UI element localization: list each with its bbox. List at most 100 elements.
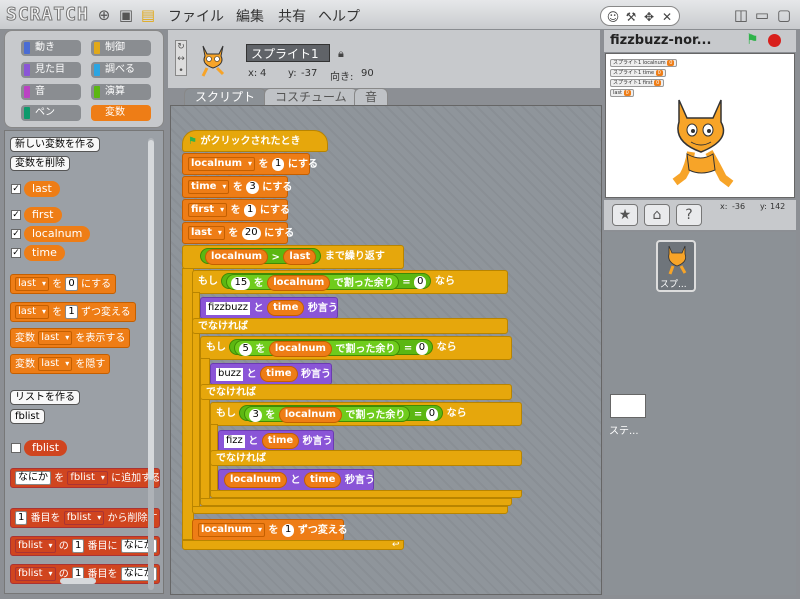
list-dropdown[interactable]: fblist bbox=[63, 511, 105, 525]
var-reporter[interactable]: time bbox=[266, 300, 305, 316]
lock-icon[interactable]: 🔒︎ bbox=[338, 47, 344, 61]
set-first-block[interactable]: first を 1 にする bbox=[182, 199, 290, 221]
var-dropdown[interactable]: last bbox=[15, 277, 50, 291]
var-dropdown[interactable]: last bbox=[15, 305, 50, 319]
change-localnum-block[interactable]: localnum を 1 ずつ変える bbox=[192, 519, 348, 541]
new-list-button[interactable]: リストを作る bbox=[10, 390, 80, 405]
insert-list-block[interactable]: fblist の 1 番目に なにか bbox=[10, 536, 160, 556]
list-fblist[interactable]: fblist bbox=[24, 440, 68, 456]
full-stage-icon[interactable]: ▭ bbox=[754, 7, 770, 23]
value-input[interactable]: 0 bbox=[414, 275, 427, 289]
delete-list-button[interactable]: fblist bbox=[10, 409, 45, 424]
list-dropdown[interactable]: fblist bbox=[15, 539, 56, 553]
say-localnum-block[interactable]: localnum と time 秒言う bbox=[218, 469, 375, 491]
tab-scripts[interactable]: スクリプト bbox=[184, 88, 267, 105]
var-reporter[interactable]: localnum bbox=[267, 275, 331, 291]
hide-var-block[interactable]: 変数 last を隠す bbox=[10, 354, 111, 374]
delete-from-list-block[interactable]: 1 番目を fblist から削除す bbox=[10, 508, 160, 528]
mod-operator[interactable]: 15 を localnum で割った余り bbox=[226, 274, 399, 291]
equals-operator[interactable]: 3 を localnum で割った余り = 0 bbox=[239, 405, 444, 423]
set-localnum-block[interactable]: localnum を 1 にする bbox=[182, 153, 318, 175]
stamp-icon[interactable]: ⚒ bbox=[623, 9, 639, 25]
text-input[interactable]: fizz bbox=[224, 434, 245, 448]
var-dropdown[interactable]: localnum bbox=[198, 523, 266, 537]
menu-edit[interactable]: 編集 bbox=[236, 6, 264, 26]
var-reporter[interactable]: time bbox=[261, 433, 300, 449]
var-dropdown[interactable]: localnum bbox=[188, 157, 256, 171]
say-fizz-block[interactable]: fizz と time 秒言う bbox=[218, 430, 334, 452]
tab-costumes[interactable]: コスチューム bbox=[264, 88, 358, 105]
cat-motion[interactable]: 動き bbox=[21, 40, 81, 56]
var-reporter[interactable]: last bbox=[283, 249, 317, 265]
new-variable-button[interactable]: 新しい変数を作る bbox=[10, 137, 100, 152]
cat-control[interactable]: 制御 bbox=[91, 40, 151, 56]
menu-file[interactable]: ファイル bbox=[168, 6, 224, 26]
surprise-sprite-icon[interactable]: ? bbox=[676, 204, 702, 226]
mod-operator[interactable]: 3 を localnum で割った余り bbox=[244, 406, 411, 423]
var-checkbox-time[interactable]: ✓ bbox=[11, 248, 21, 258]
person-icon[interactable]: ☺ bbox=[605, 9, 621, 25]
equals-operator[interactable]: 15 を localnum で割った余り = 0 bbox=[221, 273, 432, 291]
mod-operator[interactable]: 5 を localnum で割った余り bbox=[234, 340, 401, 357]
cat-sensing[interactable]: 調べる bbox=[91, 62, 151, 78]
value-input[interactable]: 5 bbox=[239, 342, 252, 356]
cat-variables[interactable]: 変数 bbox=[91, 105, 151, 121]
var-first[interactable]: first bbox=[24, 207, 62, 223]
set-time-block[interactable]: time を 3 にする bbox=[182, 176, 292, 198]
var-last[interactable]: last bbox=[24, 181, 60, 197]
shrink-icon[interactable]: ✕ bbox=[659, 9, 675, 25]
value-input[interactable]: 1 bbox=[282, 523, 295, 537]
share-icon[interactable]: ▤ bbox=[140, 7, 156, 23]
index-input[interactable]: 1 bbox=[71, 539, 85, 553]
add-to-list-block[interactable]: なにか を fblist に追加する bbox=[10, 468, 160, 488]
list-dropdown[interactable]: fblist bbox=[67, 471, 108, 485]
sprite-tile[interactable]: スプ... bbox=[656, 240, 696, 292]
stage[interactable]: スプライト1 localnum 0 スプライト1 time 0 スプライト1 f… bbox=[605, 53, 795, 198]
change-var-block[interactable]: last を 1 ずつ変える bbox=[10, 302, 136, 322]
globe-icon[interactable]: ⊕ bbox=[96, 7, 112, 23]
green-flag-icon[interactable]: ⚑ bbox=[746, 32, 759, 48]
var-dropdown[interactable]: time bbox=[188, 180, 230, 194]
value-input[interactable]: 1 bbox=[244, 203, 257, 217]
item-input[interactable]: なにか bbox=[15, 471, 51, 485]
value-input[interactable]: 1 bbox=[272, 157, 285, 171]
when-flag-clicked-block[interactable]: ⚑ がクリックされたとき bbox=[182, 130, 328, 152]
list-dropdown[interactable]: fblist bbox=[15, 567, 56, 581]
var-dropdown[interactable]: last bbox=[38, 331, 73, 345]
var-checkbox-last[interactable]: ✓ bbox=[11, 184, 21, 194]
var-reporter[interactable]: localnum bbox=[268, 341, 332, 357]
sprite-name-input[interactable]: スプライト1 bbox=[246, 44, 330, 62]
var-checkbox-localnum[interactable]: ✓ bbox=[11, 229, 21, 239]
save-icon[interactable]: ▣ bbox=[118, 7, 134, 23]
palette-hscroll-thumb[interactable] bbox=[60, 578, 96, 584]
choose-sprite-icon[interactable]: ⌂ bbox=[644, 204, 670, 226]
set-last-block[interactable]: last を 20 にする bbox=[182, 222, 294, 244]
value-input[interactable]: 3 bbox=[249, 408, 262, 422]
say-buzz-block[interactable]: buzz と time 秒言う bbox=[210, 363, 332, 385]
value-input[interactable]: 20 bbox=[241, 226, 261, 240]
index-input[interactable]: 1 bbox=[15, 511, 28, 525]
var-reporter[interactable]: time bbox=[304, 472, 342, 488]
cat-pen[interactable]: ペン bbox=[21, 105, 81, 121]
show-var-block[interactable]: 変数 last を表示する bbox=[10, 328, 131, 348]
menu-share[interactable]: 共有 bbox=[278, 6, 306, 26]
var-reporter[interactable]: time bbox=[260, 366, 298, 382]
var-time[interactable]: time bbox=[24, 245, 65, 261]
presentation-icon[interactable]: ▢ bbox=[776, 7, 792, 23]
if-else-block-3[interactable]: もし 3 を localnum で割った余り = 0 なら bbox=[210, 402, 522, 426]
cat-sound[interactable]: 音 bbox=[21, 84, 81, 100]
paint-sprite-icon[interactable]: ★ bbox=[612, 204, 638, 226]
delete-variable-button[interactable]: 変数を削除 bbox=[10, 156, 70, 171]
var-reporter[interactable]: localnum bbox=[205, 249, 269, 265]
set-var-block[interactable]: last を 0 にする bbox=[10, 274, 117, 294]
if-else-block-5[interactable]: もし 5 を localnum で割った余り = 0 なら bbox=[200, 336, 512, 360]
palette-scroll-thumb[interactable] bbox=[148, 140, 154, 480]
tab-sounds[interactable]: 音 bbox=[354, 88, 389, 105]
if-else-block-15[interactable]: もし 15 を localnum で割った余り = 0 なら bbox=[192, 270, 508, 294]
text-input[interactable]: buzz bbox=[216, 367, 244, 381]
var-reporter[interactable]: localnum bbox=[224, 472, 288, 488]
var-dropdown[interactable]: last bbox=[188, 226, 225, 240]
grow-icon[interactable]: ✥ bbox=[641, 9, 657, 25]
value-input[interactable]: 1 bbox=[65, 305, 78, 319]
var-checkbox-first[interactable]: ✓ bbox=[11, 210, 21, 220]
